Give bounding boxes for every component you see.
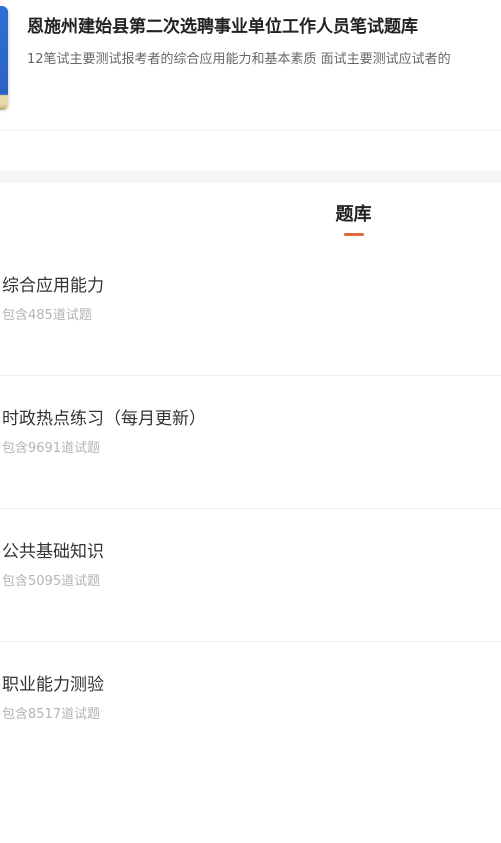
question-bank-name: 综合应用能力 xyxy=(2,276,104,296)
question-bank-list: 综合应用能力 包含485道试题 时政热点练习（每月更新） 包含9691道试题 公… xyxy=(0,243,501,775)
question-bank-name: 职业能力测验 xyxy=(2,675,104,695)
question-bank-name: 时政热点练习（每月更新） xyxy=(2,409,206,429)
active-tab-indicator xyxy=(344,233,364,236)
question-bank-item[interactable]: 职业能力测验 包含8517道试题 xyxy=(0,642,501,775)
book-icon xyxy=(0,6,8,110)
section-divider xyxy=(0,171,501,183)
question-bank-name: 公共基础知识 xyxy=(2,542,104,562)
tab-question-bank[interactable]: 题库 xyxy=(0,203,501,227)
tab-bar: 题库 xyxy=(0,183,501,243)
question-bank-item[interactable]: 综合应用能力 包含485道试题 xyxy=(0,243,501,376)
exam-header: 恩施州建始县第二次选聘事业单位工作人员笔试题库 12笔试主要测试报考者的综合应用… xyxy=(0,0,501,131)
spacer xyxy=(0,131,501,171)
question-count: 包含9691道试题 xyxy=(2,441,101,456)
exam-title: 恩施州建始县第二次选聘事业单位工作人员笔试题库 xyxy=(27,17,418,37)
question-count: 包含8517道试题 xyxy=(2,707,101,722)
question-bank-item[interactable]: 公共基础知识 包含5095道试题 xyxy=(0,509,501,642)
exam-description: 12笔试主要测试报考者的综合应用能力和基本素质 面试主要测试应试者的 xyxy=(27,52,451,67)
question-count: 包含5095道试题 xyxy=(2,574,101,589)
question-bank-item[interactable]: 时政热点练习（每月更新） 包含9691道试题 xyxy=(0,376,501,509)
question-count: 包含485道试题 xyxy=(2,308,92,323)
